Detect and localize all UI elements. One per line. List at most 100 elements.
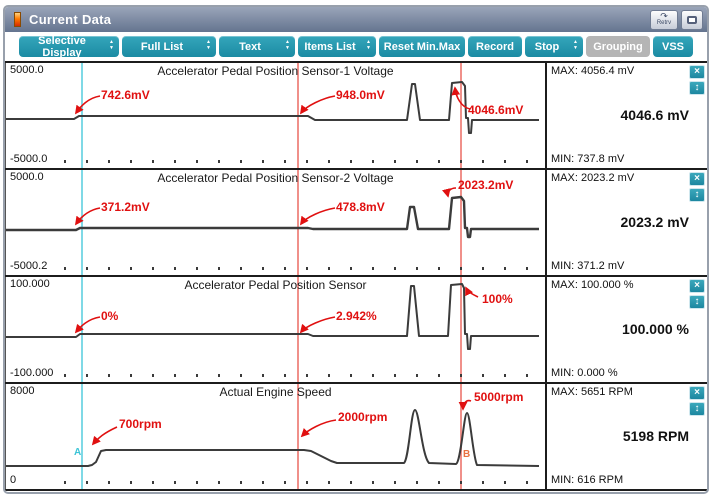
- chart-row-apps2-voltage: 5000.0 Accelerator Pedal Position Sensor…: [5, 170, 707, 277]
- signal-trace: [6, 197, 539, 237]
- strip-chart-svg: [6, 384, 546, 489]
- value-panel: MAX: 4056.4 mV 4046.6 mV MIN: 737.8 mV ×…: [545, 63, 707, 168]
- items-list-label: Items List: [304, 41, 355, 53]
- cursor-a-value: 700rpm: [119, 417, 162, 431]
- full-list-label: Full List: [141, 41, 183, 53]
- items-list-button[interactable]: Items List ▲▼: [298, 36, 376, 57]
- close-chart-button[interactable]: ×: [689, 65, 705, 79]
- resize-chart-button[interactable]: ↕: [689, 295, 705, 309]
- signal-trace: [6, 284, 539, 349]
- chart-title: Actual Engine Speed: [6, 385, 545, 399]
- vss-button[interactable]: VSS: [653, 36, 693, 57]
- close-chart-button[interactable]: ×: [689, 172, 705, 186]
- text-mode-label: Text: [239, 41, 261, 53]
- annotation-arrow: [76, 317, 100, 332]
- x-axis-ticks: [64, 374, 539, 377]
- annotation-arrow: [448, 188, 456, 196]
- cursor-b1-value: 2.942%: [336, 309, 377, 323]
- strip-chart-svg: [6, 63, 546, 168]
- cursor-b1-value: 948.0mV: [336, 88, 385, 102]
- resize-chart-button[interactable]: ↕: [689, 81, 705, 95]
- current-readout: 100.000 %: [622, 321, 689, 337]
- chevron-updown-icon: ▲▼: [109, 39, 114, 51]
- value-panel: MAX: 2023.2 mV 2023.2 mV MIN: 371.2 mV ×…: [545, 170, 707, 275]
- stop-button[interactable]: Stop ▲▼: [525, 36, 583, 57]
- chart-row-apps1-voltage: 5000.0 Accelerator Pedal Position Sensor…: [5, 63, 707, 170]
- resize-chart-button[interactable]: ↕: [689, 188, 705, 202]
- reset-minmax-label: Reset Min.Max: [384, 41, 460, 53]
- retrieve-label: Retrv: [657, 20, 671, 26]
- max-readout: MAX: 4056.4 mV: [551, 65, 703, 77]
- cursor-a-value: 742.6mV: [101, 88, 150, 102]
- close-chart-button[interactable]: ×: [689, 279, 705, 293]
- x-axis-ticks: [64, 481, 539, 484]
- text-mode-button[interactable]: Text ▲▼: [219, 36, 295, 57]
- retrieve-arrow-icon: ↷: [660, 13, 668, 20]
- annotation-arrow: [301, 208, 335, 224]
- close-icon: ×: [694, 66, 700, 77]
- selective-display-button[interactable]: Selective Display ▲▼: [19, 36, 119, 57]
- chart-list: 5000.0 Accelerator Pedal Position Sensor…: [5, 61, 707, 491]
- cursor-b1-value: 478.8mV: [336, 200, 385, 214]
- record-label: Record: [476, 41, 514, 53]
- updown-arrow-icon: ↕: [695, 189, 700, 200]
- chart-plot-area[interactable]: 8000 Actual Engine Speed 700rpm 2000rpm …: [5, 384, 545, 489]
- value-panel: MAX: 5651 RPM 5198 RPM MIN: 616 RPM × ↕: [545, 384, 707, 489]
- peak-value: 5000rpm: [474, 390, 523, 404]
- close-chart-button[interactable]: ×: [689, 386, 705, 400]
- close-icon: ×: [694, 173, 700, 184]
- x-axis-ticks: [64, 267, 539, 270]
- y-min-label: -5000.2: [10, 260, 47, 272]
- app-icon: [14, 12, 21, 27]
- current-readout: 5198 RPM: [623, 428, 689, 444]
- chevron-updown-icon: ▲▼: [206, 39, 211, 51]
- x-axis-ticks: [64, 160, 539, 163]
- min-readout: MIN: 737.8 mV: [551, 153, 703, 165]
- full-list-button[interactable]: Full List ▲▼: [122, 36, 216, 57]
- close-icon: ×: [694, 280, 700, 291]
- vss-label: VSS: [662, 41, 684, 53]
- updown-arrow-icon: ↕: [695, 296, 700, 307]
- current-readout: 4046.6 mV: [621, 107, 690, 123]
- chevron-updown-icon: ▲▼: [573, 39, 578, 51]
- annotation-arrow: [302, 420, 336, 436]
- current-readout: 2023.2 mV: [621, 214, 690, 230]
- peak-value: 4046.6mV: [468, 103, 523, 117]
- window-title: Current Data: [29, 12, 111, 27]
- record-button[interactable]: Record: [468, 36, 522, 57]
- max-readout: MAX: 100.000 %: [551, 279, 703, 291]
- cursor-b-marker: B: [463, 449, 470, 460]
- cursor-a-marker: A: [74, 447, 81, 458]
- toolbar: Selective Display ▲▼ Full List ▲▼ Text ▲…: [5, 32, 707, 61]
- signal-trace: [6, 82, 539, 133]
- annotation-arrow: [76, 96, 100, 113]
- min-readout: MIN: 371.2 mV: [551, 260, 703, 272]
- current-data-window: Current Data ↷ Retrv Selective Display ▲…: [3, 5, 709, 494]
- max-readout: MAX: 5651 RPM: [551, 386, 703, 398]
- cursor-a-value: 371.2mV: [101, 200, 150, 214]
- annotation-arrow: [463, 401, 471, 409]
- chart-row-apps-percent: 100.000 Accelerator Pedal Position Senso…: [5, 277, 707, 384]
- chart-title: Accelerator Pedal Position Sensor: [6, 278, 545, 292]
- chart-plot-area[interactable]: 100.000 Accelerator Pedal Position Senso…: [5, 277, 545, 382]
- value-panel: MAX: 100.000 % 100.000 % MIN: 0.000 % × …: [545, 277, 707, 382]
- close-icon: ×: [694, 387, 700, 398]
- chart-plot-area[interactable]: 5000.0 Accelerator Pedal Position Sensor…: [5, 170, 545, 275]
- y-min-label: -5000.0: [10, 153, 47, 165]
- resize-chart-button[interactable]: ↕: [689, 402, 705, 416]
- reset-minmax-button[interactable]: Reset Min.Max: [379, 36, 465, 57]
- restore-icon: [687, 16, 697, 24]
- annotation-arrow: [76, 208, 100, 224]
- cursor-a-value: 0%: [101, 309, 118, 323]
- window-restore-button[interactable]: [681, 10, 703, 30]
- chevron-updown-icon: ▲▼: [366, 39, 371, 51]
- y-min-label: -100.000: [10, 367, 53, 379]
- chart-plot-area[interactable]: 5000.0 Accelerator Pedal Position Sensor…: [5, 63, 545, 168]
- retrieve-button[interactable]: ↷ Retrv: [650, 10, 678, 30]
- peak-value: 2023.2mV: [458, 178, 513, 192]
- chart-row-engine-speed: 8000 Actual Engine Speed 700rpm 2000rpm …: [5, 384, 707, 491]
- min-readout: MIN: 0.000 %: [551, 367, 703, 379]
- chart-title: Accelerator Pedal Position Sensor-1 Volt…: [6, 64, 545, 78]
- signal-trace: [6, 410, 539, 466]
- grouping-label: Grouping: [593, 41, 643, 53]
